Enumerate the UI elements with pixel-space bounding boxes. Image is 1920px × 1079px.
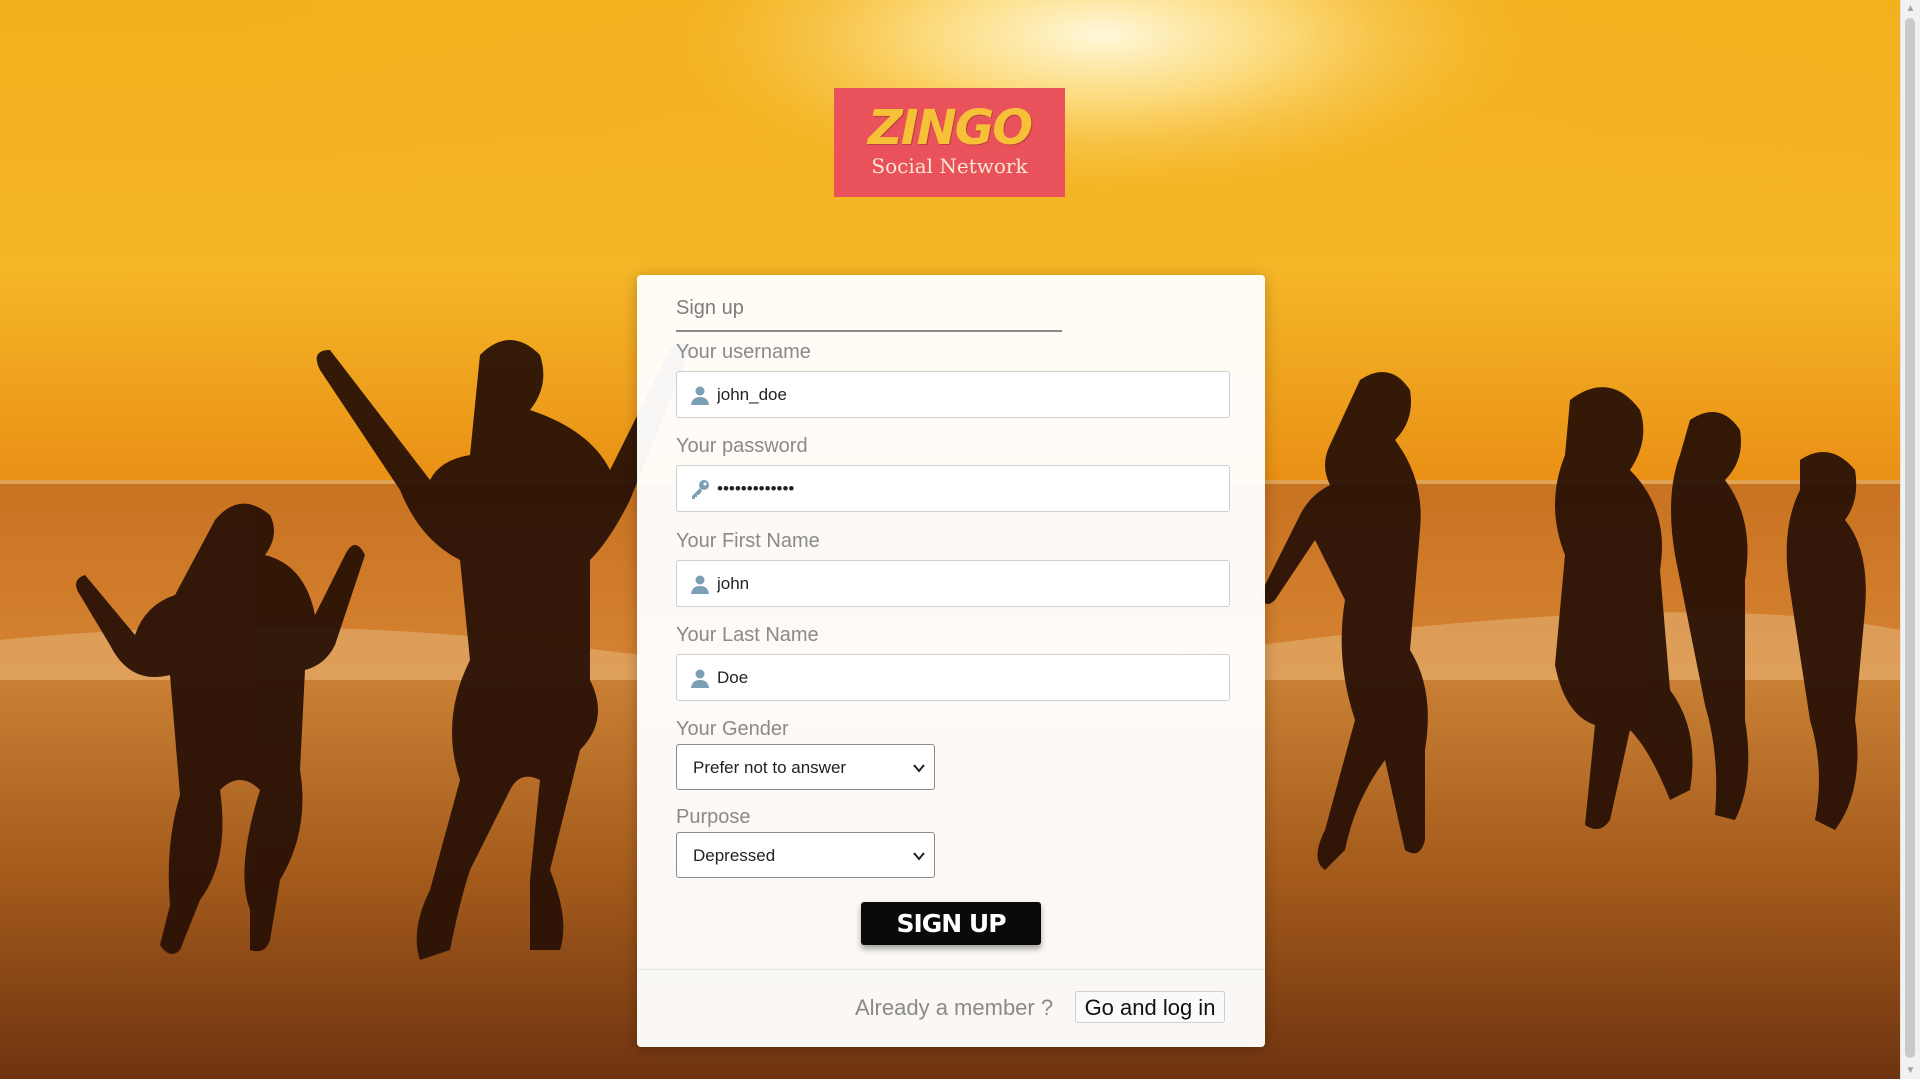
username-input[interactable] — [717, 372, 1217, 417]
page: ▲ ▼ ZINGO Social Network Sign up Your us… — [0, 0, 1920, 1079]
purpose-label: Purpose — [676, 806, 751, 828]
form-title: Sign up — [676, 297, 744, 319]
key-icon — [692, 480, 709, 499]
purpose-selected-value: Depressed — [693, 846, 776, 865]
user-icon — [691, 669, 709, 688]
scroll-down-arrow-icon[interactable]: ▼ — [1901, 1062, 1920, 1079]
chevron-down-icon — [913, 764, 925, 773]
password-label: Your password — [676, 435, 808, 457]
zingo-logo: ZINGO Social Network — [834, 88, 1065, 197]
first-name-label: Your First Name — [676, 530, 820, 552]
vertical-scrollbar[interactable]: ▲ ▼ — [1900, 0, 1920, 1079]
gender-select[interactable]: Prefer not to answer — [676, 744, 935, 790]
gender-label: Your Gender — [676, 718, 789, 740]
user-icon — [691, 386, 709, 405]
password-input[interactable] — [717, 466, 1217, 511]
last-name-input[interactable] — [717, 655, 1217, 700]
purpose-select[interactable]: Depressed — [676, 832, 935, 878]
already-member-text: Already a member ? — [855, 995, 1054, 1020]
scroll-up-arrow-icon[interactable]: ▲ — [1901, 0, 1920, 17]
first-name-input[interactable] — [717, 561, 1217, 606]
chevron-down-icon — [913, 852, 925, 861]
first-name-field[interactable] — [676, 560, 1230, 607]
last-name-label: Your Last Name — [676, 624, 819, 646]
scroll-thumb[interactable] — [1905, 18, 1915, 1058]
logo-tagline: Social Network — [871, 154, 1028, 178]
logo-wordmark: ZINGO — [867, 100, 1033, 156]
go-login-button[interactable]: Go and log in — [1075, 991, 1225, 1023]
username-field[interactable] — [676, 371, 1230, 418]
title-divider — [676, 330, 1062, 332]
sign-up-button[interactable]: Sign up — [861, 902, 1041, 945]
footer-divider — [637, 969, 1265, 970]
username-label: Your username — [676, 341, 811, 363]
user-icon — [691, 575, 709, 594]
last-name-field[interactable] — [676, 654, 1230, 701]
signup-card: Sign up Your username Your password Your… — [637, 275, 1265, 1047]
gender-selected-value: Prefer not to answer — [693, 758, 847, 777]
password-field[interactable] — [676, 465, 1230, 512]
